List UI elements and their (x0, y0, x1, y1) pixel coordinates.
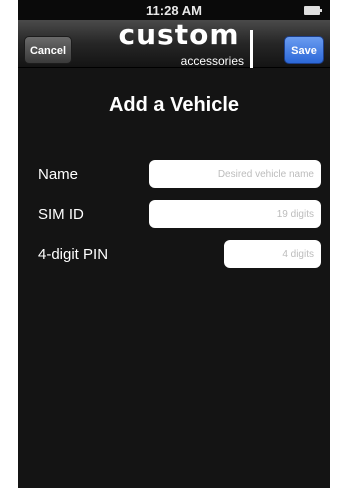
phone-screen: 11:28 AM Cancel custom accessories Save … (18, 0, 330, 488)
brand-logo: custom accessories (104, 18, 254, 70)
save-button[interactable]: Save (284, 36, 324, 64)
cancel-button[interactable]: Cancel (24, 36, 72, 64)
battery-icon (304, 6, 322, 15)
nav-bar: Cancel custom accessories Save (18, 18, 330, 70)
logo-bar (250, 30, 253, 68)
page-title: Add a Vehicle (108, 94, 240, 116)
pin-field[interactable] (224, 240, 321, 268)
logo-word: custom (118, 18, 240, 51)
status-time: 11:28 AM (146, 3, 202, 18)
pin-label: 4-digit PIN (38, 246, 109, 263)
sim-id-field[interactable] (149, 200, 321, 228)
logo-subtitle: accessories (180, 54, 244, 68)
name-label: Name (38, 166, 79, 183)
name-field[interactable] (149, 160, 321, 188)
sim-id-label: SIM ID (38, 206, 84, 223)
status-bar: 11:28 AM (18, 0, 330, 20)
